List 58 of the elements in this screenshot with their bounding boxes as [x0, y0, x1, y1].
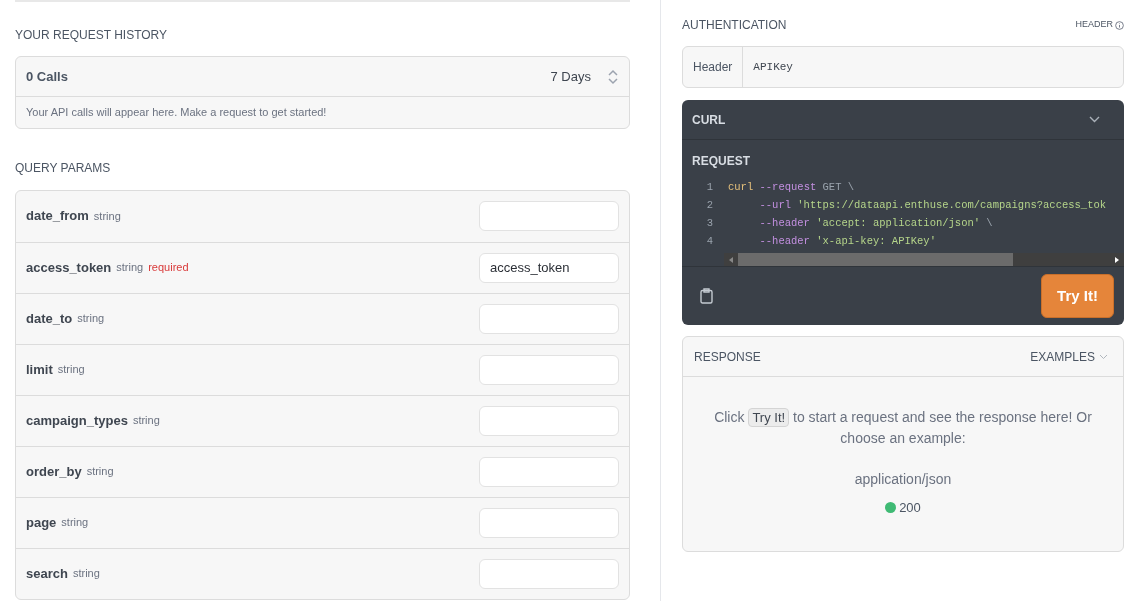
- section-title: QUERY PARAMS: [15, 159, 112, 177]
- param-name: date_to: [26, 309, 73, 328]
- chevron-down-icon[interactable]: [1089, 116, 1100, 123]
- line-number: 1: [705, 180, 713, 195]
- calls-count: 0 Calls: [26, 67, 68, 86]
- required-label: required: [148, 260, 189, 276]
- param-input[interactable]: [479, 303, 619, 334]
- param-input[interactable]: access_token: [479, 252, 619, 283]
- param-name: access_token: [26, 258, 112, 277]
- panel-title: RESPONSE: [694, 348, 761, 366]
- line-number: 4: [705, 234, 713, 249]
- param-type: string: [86, 464, 114, 480]
- param-name: order_by: [26, 462, 82, 481]
- param-input[interactable]: [479, 201, 619, 231]
- param-name: page: [26, 513, 57, 532]
- scrollbar[interactable]: [724, 253, 1124, 266]
- section-title: YOUR REQUEST HISTORY: [15, 27, 169, 44]
- code-line: --url 'https://dataapi.enthuse.com/campaigns?access_tok: [758, 198, 1107, 213]
- param-name: campaign_types: [26, 411, 128, 430]
- chevron-updown-icon: [607, 68, 619, 85]
- scroll-left-icon[interactable]: [729, 256, 733, 263]
- panel-title: CURL: [692, 111, 726, 129]
- clipboard-icon[interactable]: [700, 288, 713, 304]
- field-value: APIKey: [752, 59, 794, 75]
- status-example[interactable]: 200: [885, 498, 921, 518]
- field-label: Header: [683, 47, 744, 87]
- param-input[interactable]: [479, 456, 619, 487]
- code-line: --header 'x-api-key: APIKey': [758, 234, 936, 249]
- param-input[interactable]: [479, 354, 619, 385]
- auth-type-label: HEADER: [1075, 18, 1113, 32]
- code-line: --header 'accept: application/json' \: [758, 216, 993, 231]
- auth-field[interactable]: Header APIKey: [682, 46, 1124, 88]
- param-type: string: [57, 362, 85, 378]
- history-note: Your API calls will appear here. Make a request to get started!: [25, 105, 328, 120]
- panel-subtitle: REQUEST: [691, 153, 751, 170]
- examples-dropdown[interactable]: EXAMPLES: [1030, 347, 1108, 366]
- media-type: application/json: [854, 470, 952, 489]
- param-type: string: [61, 515, 89, 531]
- info-icon[interactable]: [1115, 20, 1124, 30]
- code-line: curl --request GET \: [728, 180, 855, 195]
- param-type: string: [72, 566, 100, 582]
- param-name: date_from: [26, 207, 89, 226]
- range-select[interactable]: 7 Days: [550, 66, 619, 87]
- response-hint: Click Try It! to start a request and see the response here! Or choose an example:: [713, 407, 1093, 448]
- param-input[interactable]: [479, 507, 619, 538]
- param-type: string: [132, 413, 160, 429]
- param-input[interactable]: [479, 405, 619, 436]
- param-type: string: [77, 311, 105, 327]
- section-title: AUTHENTICATION: [682, 17, 787, 34]
- scroll-right-icon[interactable]: [1115, 256, 1119, 263]
- line-number: 2: [705, 198, 713, 213]
- line-number: 3: [705, 216, 713, 231]
- param-type: string: [93, 208, 121, 224]
- param-input[interactable]: [479, 558, 619, 589]
- chevron-down-icon: [1099, 353, 1108, 360]
- param-name: limit: [26, 360, 53, 379]
- param-name: search: [26, 564, 68, 583]
- param-type: string: [116, 260, 144, 276]
